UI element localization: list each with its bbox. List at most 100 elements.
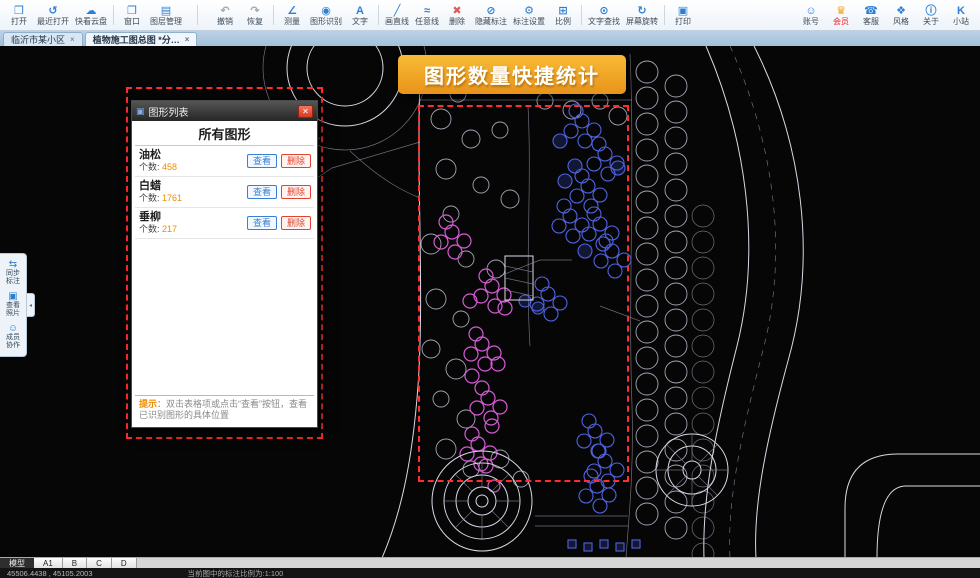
sync-annotation-button[interactable]: ⇆ 同步标注	[0, 257, 26, 289]
list-item[interactable]: 油松 个数: 458 查看 删除	[135, 146, 314, 177]
print-button[interactable]: ▣打印	[668, 1, 698, 30]
text-search-button[interactable]: ⊙文字查找	[585, 1, 623, 30]
doc-tab-1-label: 临沂市某小区	[11, 33, 65, 46]
main-toolbar: ❒打开 ↺最近打开 ☁快看云盘 ❐窗口 ▤图层管理 ↶撤销 ↷恢复 ∠测量 ◉图…	[0, 0, 980, 31]
rotate-screen-button[interactable]: ↻屏幕旋转	[623, 1, 661, 30]
count-label: 个数:	[139, 193, 162, 203]
ksite-button[interactable]: K小站	[946, 1, 976, 30]
delete-button[interactable]: ✖删除	[442, 1, 472, 30]
toolbar-separator	[273, 5, 274, 25]
vip-label: 会员	[833, 17, 849, 26]
sheet-tab-c[interactable]: C	[87, 558, 112, 568]
scale-button[interactable]: ⊞比例	[548, 1, 578, 30]
recent-icon: ↺	[48, 5, 57, 17]
undo-label: 撤销	[217, 17, 233, 26]
layer-manage-button[interactable]: ▤图层管理	[147, 1, 185, 30]
shape-recognize-button[interactable]: ◉图形识别	[307, 1, 345, 30]
view-photo-label: 查看照片	[6, 302, 21, 318]
style-button[interactable]: ❖风格	[886, 1, 916, 30]
measure-button[interactable]: ∠测量	[277, 1, 307, 30]
about-icon: ⓘ	[926, 5, 937, 17]
text-label: 文字	[352, 17, 368, 26]
dialog-titlebar[interactable]: ▣ 图形列表 ✕	[132, 101, 317, 121]
open-label: 打开	[11, 17, 27, 26]
doc-tab-2[interactable]: 植物施工图总图 *分…×	[85, 32, 198, 46]
scale-icon: ⊞	[558, 5, 567, 17]
delete-row-button[interactable]: 删除	[281, 185, 311, 199]
app-window: ❒打开 ↺最近打开 ☁快看云盘 ❐窗口 ▤图层管理 ↶撤销 ↷恢复 ∠测量 ◉图…	[0, 0, 980, 578]
list-item[interactable]: 垂柳 个数: 217 查看 删除	[135, 208, 314, 239]
delete-row-button[interactable]: 删除	[281, 154, 311, 168]
about-button[interactable]: ⓘ关于	[916, 1, 946, 30]
freehand-line-label: 任意线	[415, 17, 439, 26]
member-collab-button[interactable]: ☺ 成员协作	[0, 321, 26, 353]
redo-button[interactable]: ↷恢复	[240, 1, 270, 30]
view-photo-button[interactable]: ▣ 查看照片	[0, 289, 26, 321]
support-button[interactable]: ☎客服	[856, 1, 886, 30]
toolbar-separator	[113, 5, 114, 25]
sheet-tab-b[interactable]: B	[63, 558, 87, 568]
layers-icon: ▤	[161, 5, 171, 17]
sheet-tab-d[interactable]: D	[112, 558, 137, 568]
window-button[interactable]: ❐窗口	[117, 1, 147, 30]
hide-annotation-button[interactable]: ⊘隐藏标注	[472, 1, 510, 30]
doc-tab-2-close-icon[interactable]: ×	[185, 35, 190, 44]
member-collab-label: 成员协作	[6, 334, 21, 350]
view-button[interactable]: 查看	[247, 154, 277, 168]
graphics-list-dialog: ▣ 图形列表 ✕ 所有图形 油松 个数: 458 查看 删除	[131, 100, 318, 428]
shape-name: 垂柳	[139, 211, 177, 224]
vip-member-button[interactable]: ♛会员	[826, 1, 856, 30]
toolbar-separator	[197, 5, 198, 25]
view-button[interactable]: 查看	[247, 216, 277, 230]
hint-label: 提示	[139, 399, 157, 409]
count-label: 个数:	[139, 162, 162, 172]
model-tab[interactable]: 模型	[0, 558, 34, 568]
rotate-screen-icon: ↻	[637, 5, 646, 17]
document-tabbar: 临沂市某小区 × 植物施工图总图 *分…×	[0, 31, 980, 46]
list-item[interactable]: 白蜡 个数: 1761 查看 删除	[135, 177, 314, 208]
view-button[interactable]: 查看	[247, 185, 277, 199]
dialog-close-button[interactable]: ✕	[298, 105, 313, 118]
support-label: 客服	[863, 17, 879, 26]
open-icon: ❒	[14, 5, 24, 17]
dialog-hint: 提示：双击表格项或点击“查看”按钮，查看已识别图形的具体位置	[135, 395, 314, 424]
dialog-title-icon: ▣	[136, 106, 145, 117]
undo-button[interactable]: ↶撤销	[210, 1, 240, 30]
delete-row-button[interactable]: 删除	[281, 216, 311, 230]
hide-annotation-label: 隐藏标注	[475, 17, 507, 26]
account-button[interactable]: ☺账号	[796, 1, 826, 30]
draw-line-icon: ╱	[394, 5, 401, 17]
shape-name: 白蜡	[139, 180, 182, 193]
doc-tab-1[interactable]: 临沂市某小区 ×	[3, 32, 83, 46]
draw-line-button[interactable]: ╱画直线	[382, 1, 412, 30]
freehand-line-button[interactable]: ≈任意线	[412, 1, 442, 30]
text-search-label: 文字查找	[588, 17, 620, 26]
annotation-settings-label: 标注设置	[513, 17, 545, 26]
text-search-icon: ⊙	[599, 5, 608, 17]
window-icon: ❐	[127, 5, 137, 17]
text-button[interactable]: A文字	[345, 1, 375, 30]
open-button[interactable]: ❒打开	[4, 1, 34, 30]
redo-icon: ↷	[250, 5, 259, 17]
annotation-settings-button[interactable]: ⚙标注设置	[510, 1, 548, 30]
status-scale-info: 当前图中的标注比例为:1:100	[188, 568, 284, 578]
measure-icon: ∠	[287, 5, 297, 17]
sheet-tab-a1[interactable]: A1	[34, 558, 63, 568]
recent-open-button[interactable]: ↺最近打开	[34, 1, 72, 30]
status-bar: 45506.4438 , 45105.2003 当前图中的标注比例为:1:100	[0, 568, 980, 578]
delete-icon: ✖	[452, 5, 461, 17]
shape-recognize-label: 图形识别	[310, 17, 342, 26]
panel-collapse-arrow-icon[interactable]: ◂	[27, 293, 35, 317]
hide-annotation-icon: ⊘	[486, 5, 495, 17]
style-label: 风格	[893, 17, 909, 26]
count-value: 217	[162, 224, 177, 234]
count-label: 个数:	[139, 224, 162, 234]
cloud-disk-button[interactable]: ☁快看云盘	[72, 1, 110, 30]
about-label: 关于	[923, 17, 939, 26]
shape-recognize-icon: ◉	[321, 5, 331, 17]
doc-tab-1-close-icon[interactable]: ×	[70, 35, 75, 44]
view-photo-icon: ▣	[8, 291, 17, 302]
cad-canvas[interactable]: ⇆ 同步标注 ▣ 查看照片 ☺ 成员协作 ◂ 图形数量快捷统计 ▣ 图形列表 ✕	[0, 46, 980, 557]
toolbar-separator	[581, 5, 582, 25]
toolbar-separator	[378, 5, 379, 25]
